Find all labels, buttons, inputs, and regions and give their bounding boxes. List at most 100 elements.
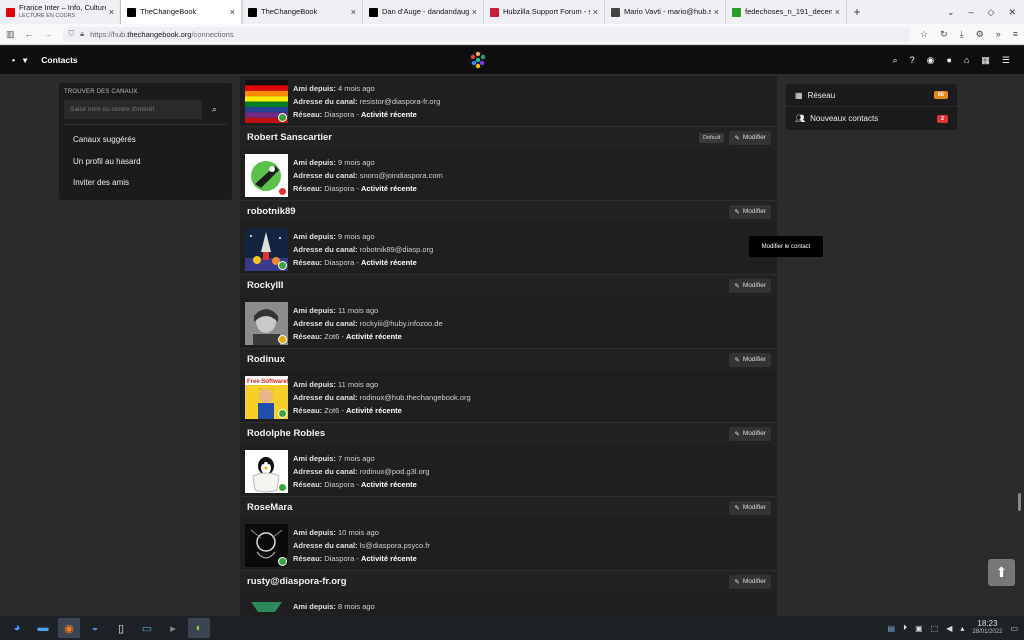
home-icon[interactable]: ⌂ — [964, 55, 969, 65]
browser-tab[interactable]: fedechoses_n_191_decembr× — [726, 0, 847, 24]
contact-info: Ami depuis: 11 mois ago Adresse du canal… — [293, 304, 443, 343]
recent-activity-link[interactable]: Activité récente — [361, 258, 417, 267]
browser-tab[interactable]: Hubzilla Support Forum - su × — [484, 0, 605, 24]
bookmark-star-icon[interactable]: ☆ — [920, 29, 928, 40]
refresh-icon[interactable]: ↻ — [940, 29, 948, 40]
close-tab-icon[interactable]: × — [593, 7, 598, 17]
new-contacts-link[interactable]: 👥︎ Nouveaux contacts 2 — [786, 107, 957, 130]
hamburger-menu-icon[interactable]: ☰ — [1002, 55, 1010, 66]
new-tab-button[interactable]: + — [847, 0, 867, 24]
contact-name[interactable]: RockyIII — [247, 280, 729, 291]
browser-tab[interactable]: TheChangeBook × — [121, 0, 242, 24]
network-line: Réseau: Zot6 - Activité récente — [293, 332, 402, 341]
contact-name[interactable]: Robert Sanscartier — [247, 132, 699, 143]
chevron-down-icon[interactable]: ▾ — [23, 55, 27, 66]
contact-name[interactable]: Rodinux — [247, 354, 729, 365]
random-profile-link[interactable]: Un profil au hasard — [64, 151, 227, 173]
scroll-to-top-button[interactable]: ⬆ — [988, 559, 1015, 586]
maximize-icon[interactable]: ◇ — [988, 7, 995, 18]
extension-icon[interactable]: ⚙ — [976, 29, 984, 40]
recent-activity-link[interactable]: Activité récente — [361, 480, 417, 489]
site-logo[interactable] — [468, 50, 488, 70]
browser-tab[interactable]: TheChangeBook × — [242, 0, 363, 24]
hubzilla-app-icon[interactable]: ◐ — [188, 618, 210, 638]
edit-contact-button[interactable]: ✎ Modifier — [729, 130, 771, 145]
edit-contact-button[interactable]: ✎ Modifier — [729, 278, 771, 293]
recent-activity-link[interactable]: Activité récente — [361, 184, 417, 193]
menu-icon[interactable]: ≡ — [1013, 29, 1018, 40]
contact-header: RoseMara ✎ Modifier — [240, 496, 777, 518]
user-icon[interactable]: ● — [947, 55, 952, 65]
back-icon[interactable]: ← — [25, 29, 34, 39]
app-launcher-icon[interactable]: ◕ — [6, 618, 28, 638]
sidebar-toggle-icon[interactable]: ▥ — [6, 29, 15, 40]
updates-icon[interactable]: ⬚ — [931, 624, 939, 633]
network-line: Réseau: Diaspora - Activité récente — [293, 258, 417, 267]
recent-activity-link[interactable]: Activité récente — [346, 406, 402, 415]
nav-toggle-icon[interactable]: • — [12, 55, 15, 65]
contact-header: rusty@diaspora-fr.org ✎ Modifier — [240, 570, 777, 592]
terminal-icon[interactable]: ▸ — [162, 618, 184, 638]
document-icon[interactable]: ▯ — [110, 618, 132, 638]
volume-icon[interactable]: ◀ — [946, 624, 952, 633]
browser-tab[interactable]: Mario Vavti - mario@hub.sc × — [605, 0, 726, 24]
browser-tab[interactable]: France Inter – Info, Culture, HumourLECT… — [0, 0, 121, 24]
page-scrollbar[interactable] — [1018, 493, 1021, 511]
network-label: Réseau: — [293, 184, 323, 193]
search-button[interactable]: ⌕ — [202, 100, 227, 119]
edit-contact-button[interactable]: ✎ Modifier — [729, 574, 771, 589]
close-tab-icon[interactable]: × — [472, 7, 477, 17]
system-clock[interactable]: 18:23 28/01/2022 — [972, 620, 1002, 636]
file-manager-icon[interactable]: ▬ — [32, 618, 54, 638]
tray-expand-icon[interactable]: ▴ — [960, 624, 964, 633]
download-icon[interactable]: ⤓ — [960, 29, 964, 40]
firefox-icon[interactable]: ◉ — [58, 618, 80, 638]
channel-address-line: Adresse du canal: rodinux@hub.thechangeb… — [293, 391, 471, 404]
mail-client-icon[interactable]: ◒ — [84, 618, 106, 638]
recent-activity-link[interactable]: Activité récente — [361, 554, 417, 563]
apps-grid-icon[interactable]: ▦ — [981, 55, 990, 66]
close-tab-icon[interactable]: × — [835, 7, 840, 17]
since-value: 11 mois ago — [338, 380, 379, 389]
clipboard-icon[interactable]: ▣ — [915, 624, 923, 633]
forward-icon[interactable]: → — [44, 29, 53, 39]
close-tab-icon[interactable]: × — [351, 7, 356, 17]
close-tab-icon[interactable]: × — [230, 7, 235, 17]
url-bar[interactable]: ⛉ 🔒︎ https://hub.thechangebook.org/conne… — [62, 26, 911, 42]
notifications-icon[interactable]: ◉ — [927, 55, 935, 66]
avatar[interactable] — [245, 598, 288, 616]
edit-contact-button[interactable]: ✎ Modifier — [729, 352, 771, 367]
contact-name[interactable]: robotnik89 — [247, 206, 729, 217]
invite-friends-link[interactable]: Inviter des amis — [64, 172, 227, 194]
edit-label: Modifier — [742, 208, 766, 215]
tab-subtitle: LECTURE EN COURS — [19, 13, 76, 19]
show-desktop-icon[interactable]: ▭ — [1010, 624, 1018, 633]
status-indicator — [278, 483, 287, 492]
minimize-icon[interactable]: – — [969, 7, 974, 17]
edit-contact-button[interactable]: ✎ Modifier — [729, 426, 771, 441]
network-link[interactable]: ▦ Réseau 66 — [786, 84, 957, 107]
address-value: snoro@joindiaspora.com — [359, 171, 443, 180]
recent-activity-link[interactable]: Activité récente — [346, 332, 402, 341]
monitor-icon[interactable]: ▭ — [136, 618, 158, 638]
close-window-icon[interactable]: ✕ — [1008, 7, 1016, 18]
help-icon[interactable]: ? — [910, 55, 915, 65]
channel-search-input[interactable] — [64, 100, 202, 119]
close-tab-icon[interactable]: × — [109, 7, 114, 17]
suggested-channels-link[interactable]: Canaux suggérés — [64, 129, 227, 151]
overflow-icon[interactable]: » — [996, 29, 1001, 40]
edit-contact-button[interactable]: ✎ Modifier — [729, 500, 771, 515]
contact-name[interactable]: Rodolphe Robles — [247, 428, 729, 439]
pencil-icon: ✎ — [734, 578, 740, 586]
recent-activity-link[interactable]: Activité récente — [361, 110, 417, 119]
contact-name[interactable]: RoseMara — [247, 502, 729, 513]
close-tab-icon[interactable]: × — [714, 7, 719, 17]
browser-tab[interactable]: Dan d'Auge - dandandauge@× — [363, 0, 484, 24]
edit-contact-button[interactable]: ✎ Modifier — [729, 204, 771, 219]
contact-name[interactable]: rusty@diaspora-fr.org — [247, 576, 729, 587]
search-icon[interactable]: ⌕ — [893, 55, 898, 66]
tab-list-icon[interactable]: ⌄ — [947, 7, 955, 18]
channel-address-line: Adresse du canal: ls@diaspora.psyco.fr — [293, 539, 430, 552]
media-player-icon[interactable]: ⏵ — [903, 623, 907, 633]
desktop-pager-icon[interactable]: ▤ — [888, 624, 896, 633]
